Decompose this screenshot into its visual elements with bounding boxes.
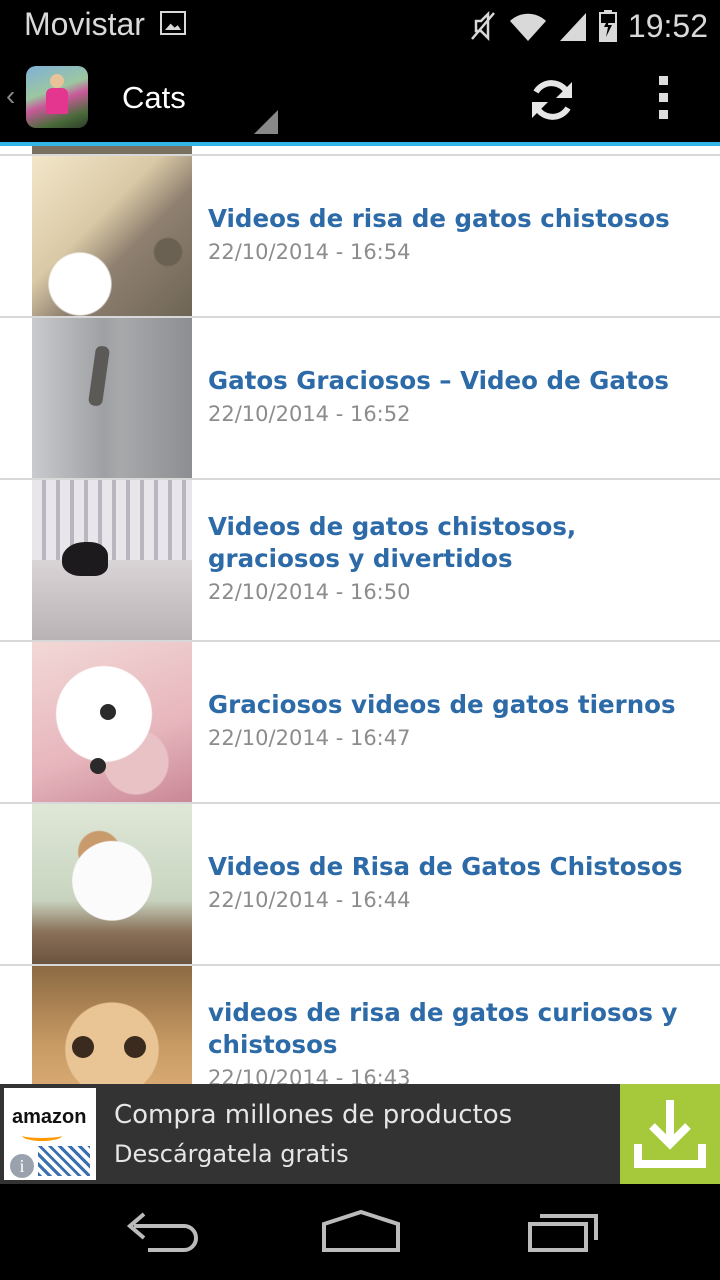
- recent-apps-icon[interactable]: [516, 1206, 606, 1256]
- video-thumbnail: [32, 966, 192, 1084]
- info-icon[interactable]: i: [10, 1154, 34, 1178]
- partial-thumbnail: [32, 146, 192, 154]
- video-title: Videos de Risa de Gatos Chistosos: [208, 852, 683, 881]
- status-icons: 19:52: [468, 6, 708, 46]
- battery-icon: [598, 10, 617, 42]
- video-title: Videos de risa de gatos chistosos: [208, 204, 670, 233]
- image-notification-icon: [160, 11, 186, 35]
- list-item[interactable]: Gatos Graciosos – Video de Gatos 22/10/2…: [0, 318, 720, 480]
- video-date: 22/10/2014 - 16:47: [208, 726, 411, 750]
- ad-headline: Compra millones de productos: [114, 1100, 513, 1130]
- status-bar: Movistar 19:52: [0, 0, 720, 50]
- ad-subtext: Descárgatela gratis: [114, 1140, 349, 1168]
- download-icon: [634, 1100, 706, 1168]
- video-date: 22/10/2014 - 16:43: [208, 1066, 411, 1084]
- dropdown-indicator-icon[interactable]: [254, 110, 278, 134]
- video-title: Gatos Graciosos – Video de Gatos: [208, 366, 669, 395]
- download-button[interactable]: [620, 1084, 720, 1184]
- list-item[interactable]: Videos de Risa de Gatos Chistosos 22/10/…: [0, 804, 720, 966]
- video-thumbnail: [32, 804, 192, 964]
- video-date: 22/10/2014 - 16:52: [208, 402, 411, 426]
- clock: 19:52: [627, 7, 708, 44]
- list-item[interactable]: Videos de gatos chistosos, graciosos y d…: [0, 480, 720, 642]
- carrier-name: Movistar: [24, 6, 145, 42]
- video-date: 22/10/2014 - 16:44: [208, 888, 411, 912]
- up-chevron-icon[interactable]: ‹: [6, 80, 15, 112]
- amazon-logo: amazon i: [4, 1088, 96, 1180]
- video-title: Videos de gatos chistosos, graciosos y d…: [208, 512, 577, 573]
- video-thumbnail: [32, 318, 192, 478]
- home-icon[interactable]: [316, 1206, 406, 1256]
- back-icon[interactable]: [118, 1206, 208, 1256]
- mute-icon: [470, 10, 495, 42]
- video-list[interactable]: Videos de risa de gatos chistosos 22/10/…: [0, 146, 720, 1084]
- action-bar: [0, 50, 720, 142]
- cart-icon: [38, 1146, 90, 1176]
- overflow-menu-icon[interactable]: [650, 76, 676, 124]
- video-title: videos de risa de gatos curiosos y chist…: [208, 998, 678, 1059]
- video-thumbnail: [32, 480, 192, 640]
- list-item[interactable]: Videos de risa de gatos chistosos 22/10/…: [0, 156, 720, 318]
- navigation-title[interactable]: Cats: [122, 80, 186, 116]
- video-date: 22/10/2014 - 16:50: [208, 580, 411, 604]
- video-thumbnail: [32, 156, 192, 316]
- video-title: Graciosos videos de gatos tiernos: [208, 690, 676, 719]
- video-thumbnail: [32, 642, 192, 802]
- video-date: 22/10/2014 - 16:54: [208, 240, 411, 264]
- system-navigation-bar: [0, 1184, 720, 1280]
- refresh-icon[interactable]: [524, 72, 580, 128]
- ad-banner[interactable]: amazon i Compra millones de productos De…: [0, 1084, 720, 1184]
- app-avatar[interactable]: [26, 66, 88, 128]
- wifi-icon: [509, 13, 546, 42]
- signal-icon: [559, 13, 586, 41]
- list-item[interactable]: videos de risa de gatos curiosos y chist…: [0, 966, 720, 1084]
- list-item[interactable]: Graciosos videos de gatos tiernos 22/10/…: [0, 642, 720, 804]
